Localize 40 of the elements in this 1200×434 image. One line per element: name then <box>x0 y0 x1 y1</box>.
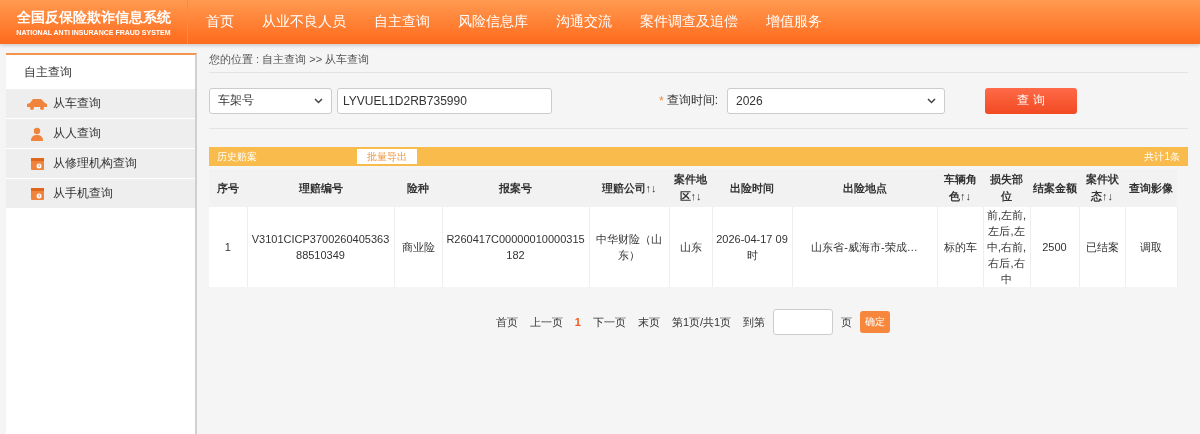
table-cell: 山东省-威海市-荣成… <box>792 207 937 287</box>
table-title: 历史赔案 <box>217 149 257 164</box>
required-mark: * <box>659 93 664 108</box>
car-icon <box>26 97 48 110</box>
person-icon <box>31 126 43 141</box>
sidebar-item[interactable]: 从手机查询 <box>6 179 195 209</box>
goto-label: 到第 <box>743 314 766 330</box>
link[interactable]: 调取 <box>1125 207 1177 287</box>
pager-link[interactable]: 首页 <box>495 314 518 330</box>
pager-link[interactable]: 上一页 <box>529 314 563 330</box>
page-info: 第1页/共1页 <box>671 314 732 330</box>
app-title: 全国反保险欺诈信息系统 <box>16 8 171 27</box>
input-field[interactable]: LYVUEL1D2RB735990 <box>337 87 552 114</box>
sidebar-item[interactable]: 从车查询 <box>6 89 195 119</box>
select-field[interactable]: 车架号 <box>209 87 332 114</box>
table-cell: 中华财险（山东） <box>589 207 669 287</box>
chevron-down-icon <box>927 97 936 104</box>
page-input[interactable] <box>773 309 834 335</box>
breadcrumb: 您的位置 : 自主查询 >> 从车查询 <box>209 51 371 67</box>
table-cell: R260417C00000010000315182 <box>442 207 589 287</box>
chevron-down-icon <box>314 97 323 104</box>
table-cell: 前,左前,左后,左中,右前,右后,右中 <box>983 207 1030 287</box>
table-cell: 山东 <box>669 207 712 287</box>
table-cell: V3101CICP370026040536388510349 <box>247 207 394 287</box>
pager-link[interactable]: 末页 <box>637 314 660 330</box>
page-unit: 页 <box>841 314 853 330</box>
select-field[interactable]: 2026 <box>727 87 945 114</box>
table-cell: 2500 <box>1030 207 1079 287</box>
field-label: 查询时间: <box>666 92 718 109</box>
table-cell: 标的车 <box>937 207 983 287</box>
table-cell: 已结案 <box>1079 207 1125 287</box>
table-cell: 商业险 <box>394 207 442 287</box>
sidebar-item[interactable]: 从修理机构查询 <box>6 149 195 179</box>
table-cell: 1 <box>209 207 247 287</box>
folder-clock-icon <box>30 187 44 200</box>
folder-clock-icon <box>30 157 44 170</box>
total-count: 共计1条 <box>1144 149 1180 164</box>
table-cell: 2026-04-17 09时 <box>712 207 792 287</box>
pager-link[interactable]: 下一页 <box>592 314 626 330</box>
sidebar-item[interactable]: 从人查询 <box>6 119 195 149</box>
